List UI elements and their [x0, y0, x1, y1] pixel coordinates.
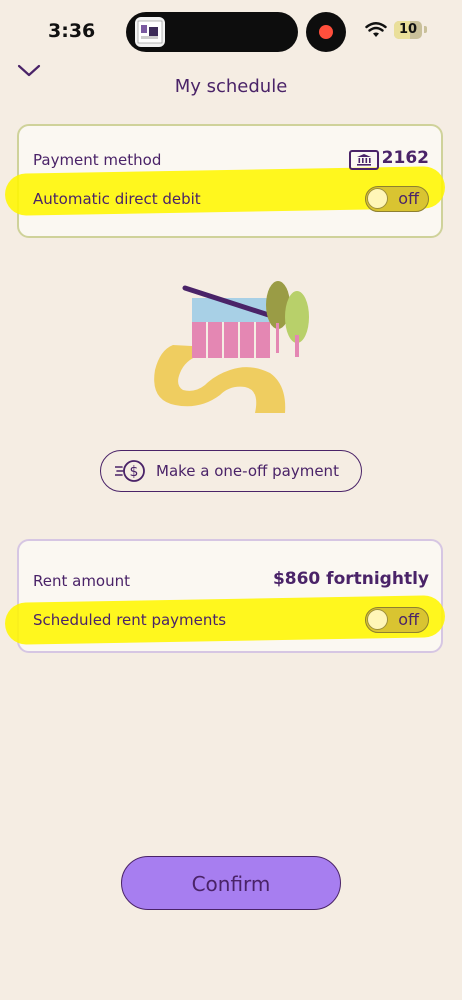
scheduled-rent-payments-label: Scheduled rent payments	[33, 611, 227, 629]
bank-icon	[349, 150, 379, 170]
automatic-debit-toggle[interactable]: off	[365, 186, 429, 212]
rent-amount-card: Rent amount $860 fortnightly Scheduled r…	[4, 539, 446, 653]
wifi-icon	[365, 22, 387, 37]
screen-recording-icon[interactable]	[306, 12, 346, 52]
status-time: 3:36	[48, 20, 96, 42]
page-title: My schedule	[174, 76, 288, 97]
rent-amount-label: Rent amount	[33, 572, 131, 590]
rent-amount-value: $860 fortnightly	[272, 569, 429, 589]
dollar-coin-motion-icon: $	[115, 460, 145, 482]
toggle-state: off	[398, 610, 419, 629]
toggle-knob	[367, 609, 388, 630]
toggle-knob	[367, 188, 388, 209]
battery-tip	[424, 26, 427, 33]
battery-icon: 10	[394, 21, 422, 39]
house-on-path-illustration	[154, 281, 309, 413]
automatic-debit-label: Automatic direct debit	[33, 190, 201, 208]
payment-method-card: Payment method 2162 Automatic direct deb…	[4, 124, 446, 238]
recording-thumbnail	[135, 17, 165, 47]
make-one-off-payment-button[interactable]: $ Make a one-off payment	[100, 450, 362, 492]
payment-method-label: Payment method	[33, 151, 162, 169]
battery-level: 10	[398, 22, 418, 37]
confirm-button[interactable]: Confirm	[121, 856, 341, 910]
account-number: 2162	[381, 148, 429, 168]
scheduled-rent-payments-toggle[interactable]: off	[365, 607, 429, 633]
svg-text:$: $	[130, 464, 139, 480]
make-one-off-payment-label: Make a one-off payment	[156, 462, 339, 480]
dynamic-island	[126, 12, 298, 52]
confirm-label: Confirm	[191, 872, 271, 896]
toggle-state: off	[398, 189, 419, 208]
